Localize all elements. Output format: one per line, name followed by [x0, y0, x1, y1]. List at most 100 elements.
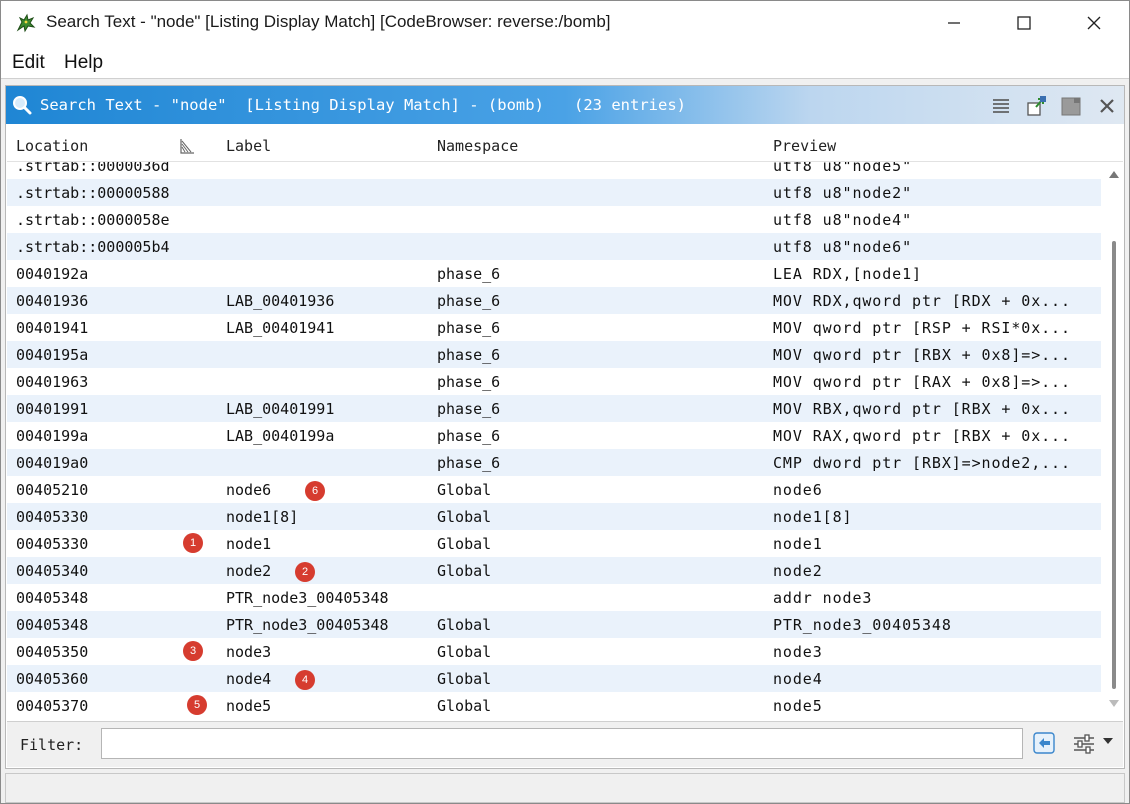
cell-label: PTR_node3_00405348 [226, 616, 389, 634]
cell-location: 00401941 [16, 319, 89, 337]
export-button[interactable] [1024, 93, 1050, 119]
cell-namespace: Global [437, 535, 492, 553]
cell-namespace: Global [437, 481, 492, 499]
table-row[interactable]: 00401936 LAB_00401936 phase_6 MOV RDX,qword… [7, 287, 1101, 314]
table-row[interactable]: 00405350 node3 Global node3 3 [7, 638, 1101, 665]
column-location[interactable]: Location [16, 137, 88, 155]
list-view-button[interactable] [988, 93, 1014, 119]
cell-label: LAB_0040199a [226, 427, 335, 445]
table-row[interactable]: .strtab::00000588 utf8 u8"node2" [7, 179, 1101, 206]
annotation-marker: 2 [295, 562, 315, 582]
cell-preview: PTR_node3_00405348 [773, 616, 952, 634]
cell-location: .strtab::000005b4 [16, 238, 170, 256]
table-row[interactable]: 00401941 LAB_00401941 phase_6 MOV qword ptr… [7, 314, 1101, 341]
table-row[interactable]: 00405348 PTR_node3_00405348 addr node3 [7, 584, 1101, 611]
cell-preview: utf8 u8"node6" [773, 238, 913, 256]
scroll-thumb[interactable] [1112, 241, 1116, 689]
annotation-marker: 3 [183, 641, 203, 661]
cell-namespace: Global [437, 670, 492, 688]
search-icon [13, 96, 32, 115]
cell-location: 0040192a [16, 265, 89, 283]
cell-location: 00405348 [16, 589, 89, 607]
title-bar[interactable]: Search Text - "node" [Listing Display Ma… [1, 1, 1129, 45]
scroll-up-icon[interactable] [1109, 170, 1119, 178]
sort-icon[interactable] [178, 137, 196, 155]
menu-help[interactable]: Help [64, 52, 103, 74]
cell-preview: node3 [773, 643, 823, 661]
table-row[interactable]: 004019a0 phase_6 CMP dword ptr [RBX]=>node… [7, 449, 1101, 476]
cell-label: node1 [226, 535, 272, 553]
table-row[interactable]: 00405348 PTR_node3_00405348 Global PTR_node… [7, 611, 1101, 638]
table-row[interactable]: 0040195a phase_6 MOV qword ptr [RBX + 0x8]… [7, 341, 1101, 368]
export-icon [1027, 96, 1046, 116]
cell-label: PTR_node3_00405348 [226, 589, 389, 607]
filter-options-icon[interactable] [1071, 731, 1097, 757]
table-row[interactable]: 0040199a LAB_0040199a phase_6 MOV RAX,qword… [7, 422, 1101, 449]
table-row[interactable]: 00405330 node1 Global node1 1 [7, 530, 1101, 557]
cell-preview: LEA RDX,[node1] [773, 265, 922, 283]
column-namespace[interactable]: Namespace [437, 137, 518, 155]
table-row[interactable]: 00401991 LAB_00401991 phase_6 MOV RBX,qword… [7, 395, 1101, 422]
ghidra-dragon-icon [16, 13, 36, 33]
column-preview[interactable]: Preview [773, 137, 836, 155]
cell-namespace: phase_6 [437, 454, 501, 472]
cell-namespace: Global [437, 508, 492, 526]
cell-preview: utf8 u8"node4" [773, 211, 913, 229]
table-row[interactable]: 00405330 node1[8] Global node1[8] [7, 503, 1101, 530]
close-window-button[interactable] [1067, 1, 1121, 45]
search-results-window: Search Text - "node" [Listing Display Ma… [0, 0, 1130, 804]
table-row[interactable]: .strtab::0000058e utf8 u8"node4" [7, 206, 1101, 233]
column-label[interactable]: Label [226, 137, 271, 155]
vertical-scrollbar[interactable] [1105, 162, 1123, 717]
maximize-button[interactable] [997, 1, 1051, 45]
cell-label: node2 [226, 562, 272, 580]
filter-bar: Filter: [7, 721, 1123, 767]
cell-label: LAB_00401936 [226, 292, 335, 310]
cell-location: 00405360 [16, 670, 89, 688]
annotation-marker: 5 [187, 695, 207, 715]
chevron-down-icon[interactable] [1103, 738, 1113, 745]
snapshot-button[interactable] [1058, 93, 1084, 119]
cell-location: .strtab::0000036d [16, 162, 170, 175]
cell-label: node6 [226, 481, 272, 499]
table-row[interactable]: .strtab::000005b4 utf8 u8"node6" [7, 233, 1101, 260]
scroll-down-icon[interactable] [1109, 700, 1119, 708]
close-panel-button[interactable] [1094, 93, 1120, 119]
cell-preview: MOV RDX,qword ptr [RDX + 0x... [773, 292, 1071, 310]
minimize-button[interactable] [927, 1, 981, 45]
cell-location: 0040199a [16, 427, 89, 445]
cell-namespace: Global [437, 562, 492, 580]
entry-count: (23 entries) [574, 96, 686, 114]
filter-clear-icon[interactable] [1031, 730, 1057, 756]
cell-namespace: phase_6 [437, 346, 501, 364]
table-row[interactable]: 00401963 phase_6 MOV qword ptr [RAX + 0x8]… [7, 368, 1101, 395]
cell-location: 00405370 [16, 697, 89, 715]
filter-input[interactable] [101, 728, 1023, 759]
table-row[interactable]: 00405340 node2 Global node2 2 [7, 557, 1101, 584]
table-row[interactable]: 00405210 node6 Global node6 6 [7, 476, 1101, 503]
cell-location: 00401936 [16, 292, 89, 310]
cell-preview: MOV RBX,qword ptr [RBX + 0x... [773, 400, 1071, 418]
cell-namespace: phase_6 [437, 400, 501, 418]
cell-preview: node2 [773, 562, 823, 580]
cell-location: 00401963 [16, 373, 89, 391]
menu-edit[interactable]: Edit [12, 52, 45, 74]
snapshot-icon [1061, 97, 1081, 116]
cell-preview: node5 [773, 697, 823, 715]
cell-location: 00401991 [16, 400, 89, 418]
cell-preview: MOV qword ptr [RAX + 0x8]=>... [773, 373, 1071, 391]
menu-bar: Edit Help [1, 45, 1129, 79]
table-row[interactable]: 0040192a phase_6 LEA RDX,[node1] [7, 260, 1101, 287]
cell-location: 00405340 [16, 562, 89, 580]
cell-label: node1[8] [226, 508, 299, 526]
cell-namespace: Global [437, 643, 492, 661]
cell-location: 0040195a [16, 346, 89, 364]
cell-preview: utf8 u8"node5" [773, 162, 913, 175]
cell-preview: addr node3 [773, 589, 873, 607]
cell-location: 00405330 [16, 508, 89, 526]
table-row[interactable]: 00405360 node4 Global node4 4 [7, 665, 1101, 692]
table-row[interactable]: 00405370 node5 Global node5 5 [7, 692, 1101, 717]
cell-namespace: phase_6 [437, 319, 501, 337]
cell-preview: node6 [773, 481, 823, 499]
table-row[interactable]: .strtab::0000036d utf8 u8"node5" [7, 162, 1101, 179]
